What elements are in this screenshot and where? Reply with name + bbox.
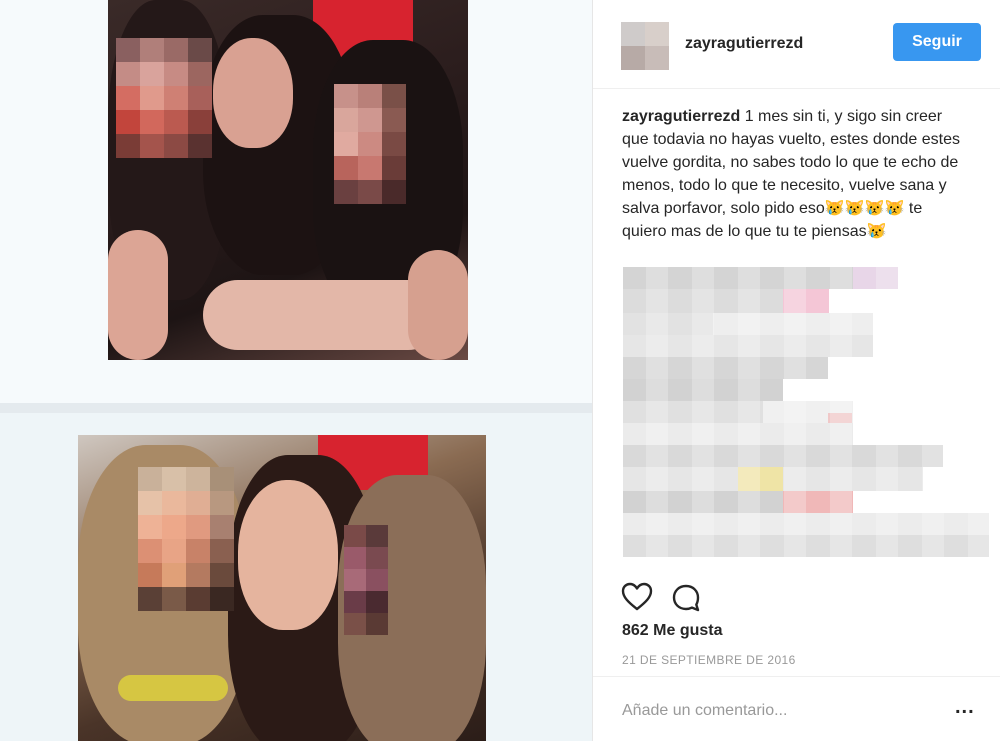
comment-bubble-icon[interactable] bbox=[671, 583, 701, 613]
comments-list-pixelated bbox=[623, 267, 989, 577]
post-caption: zayragutierrezd 1 mes sin ti, y sigo sin… bbox=[622, 105, 962, 243]
follow-button[interactable]: Seguir bbox=[893, 23, 981, 61]
post-header: zayragutierrezd Seguir bbox=[593, 0, 1000, 89]
avatar[interactable] bbox=[621, 22, 669, 70]
post-date: 21 DE SEPTIEMBRE DE 2016 bbox=[622, 653, 796, 667]
post-photo-2 bbox=[78, 435, 486, 741]
heart-icon[interactable] bbox=[621, 582, 653, 612]
comment-input[interactable] bbox=[622, 702, 922, 720]
likes-count[interactable]: 862 Me gusta bbox=[622, 622, 722, 640]
more-options-button[interactable]: ... bbox=[955, 697, 975, 717]
collage-divider bbox=[0, 403, 592, 413]
post-details-panel: zayragutierrezd Seguir zayragutierrezd 1… bbox=[592, 0, 1000, 741]
post-username[interactable]: zayragutierrezd bbox=[685, 35, 803, 53]
post-actions bbox=[621, 582, 981, 612]
pixelated-comments-image bbox=[623, 267, 989, 557]
photo-collage bbox=[0, 0, 592, 741]
caption-text: 1 mes sin ti, y sigo sin creer que todav… bbox=[622, 108, 961, 240]
comment-bar: ... bbox=[593, 676, 1000, 742]
post-photo-1 bbox=[108, 0, 468, 360]
caption-username[interactable]: zayragutierrezd bbox=[622, 108, 740, 125]
